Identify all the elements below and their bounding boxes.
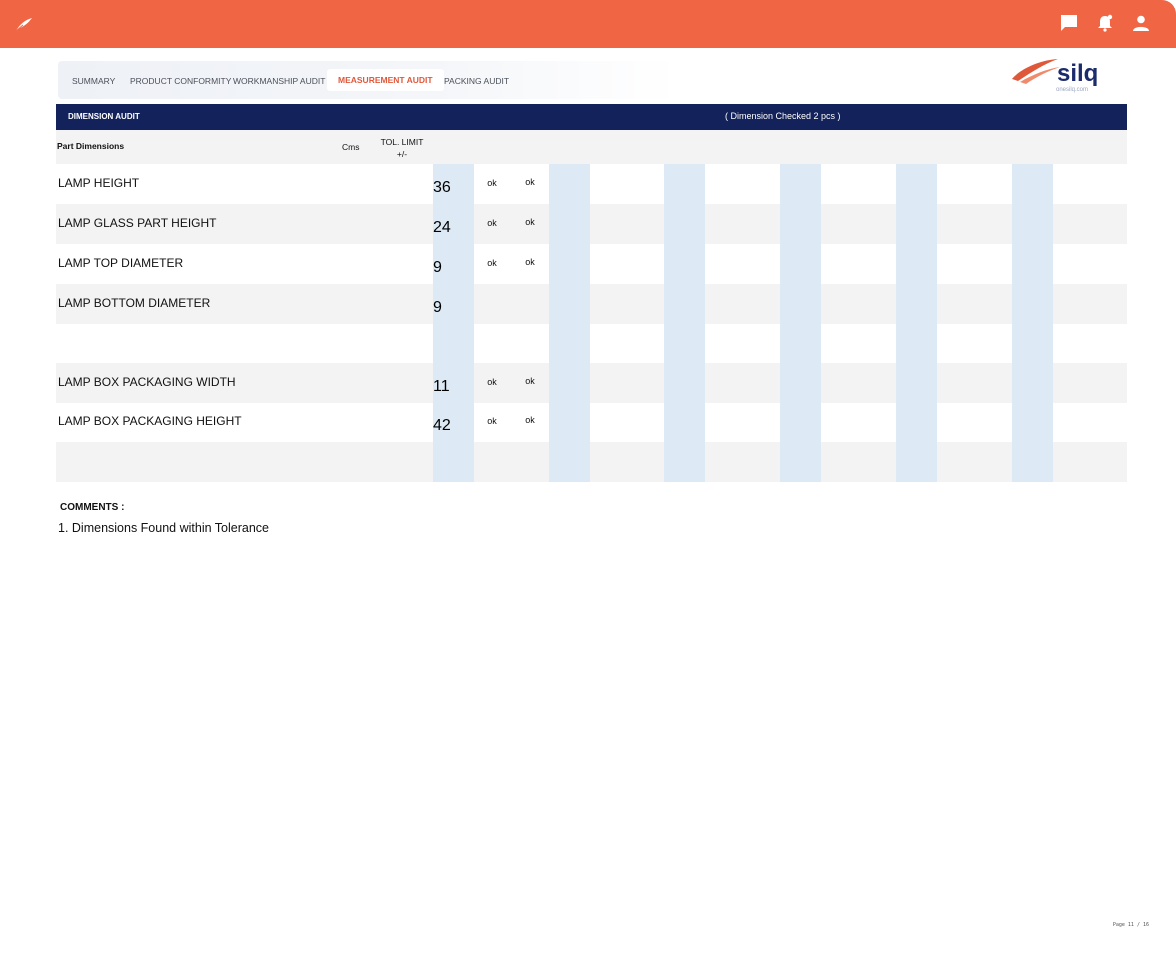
top-bar [0,0,1176,48]
table-row [56,324,1127,364]
row-tol: 9 [433,299,442,316]
row-pc1: ok [487,377,497,387]
brand-url: onesilq.com [1056,87,1088,93]
row-name: LAMP HEIGHT [58,176,140,190]
row-pc2: ok [525,376,535,386]
dimension-audit-header: DIMENSION AUDIT ( Dimension Checked 2 pc… [56,104,1127,130]
row-pc1: ok [487,258,497,268]
highlight-column [549,164,590,482]
page-number: Page 11 / 16 [1112,922,1149,928]
row-name: LAMP BOX PACKAGING HEIGHT [58,414,242,428]
highlight-column [896,164,937,482]
row-name: LAMP BOX PACKAGING WIDTH [58,375,236,389]
row-tol: 9 [433,259,442,276]
table-row: LAMP BOX PACKAGING HEIGHT 42 ok ok [56,402,1127,442]
column-header-row: Part Dimensions Cms TOL. LIMIT +/- [56,130,1127,164]
row-pc1: ok [487,178,497,188]
row-tol: 24 [433,219,451,236]
row-pc2: ok [525,415,535,425]
comments-title: COMMENTS : [60,502,125,513]
row-pc2: ok [525,257,535,267]
col-tol-line1: TOL. LIMIT [380,137,424,147]
highlight-column [780,164,821,482]
row-name: LAMP TOP DIAMETER [58,256,184,270]
table-row: LAMP GLASS PART HEIGHT 24 ok ok [56,204,1127,244]
tab-product-conformity[interactable]: PRODUCT CONFORMITY [130,71,231,91]
row-pc1: ok [487,218,497,228]
section-title: DIMENSION AUDIT [68,112,140,121]
row-tol: 42 [433,417,451,434]
row-pc1: ok [487,416,497,426]
tab-packing-audit[interactable]: PACKING AUDIT [444,71,509,91]
comment-line: 1. Dimensions Found within Tolerance [58,521,269,535]
tab-measurement-audit[interactable]: MEASUREMENT AUDIT [327,69,444,91]
col-unit: Cms [342,142,360,152]
col-tol-limit: TOL. LIMIT +/- [378,136,426,160]
silq-logo: silq onesilq.com [1010,55,1110,95]
row-name: LAMP BOTTOM DIAMETER [58,296,211,310]
row-tol: 36 [433,179,451,196]
feather-logo-icon[interactable] [14,14,34,34]
table-row [56,442,1127,482]
user-icon[interactable] [1132,14,1150,32]
row-name: LAMP GLASS PART HEIGHT [58,216,217,230]
chat-icon[interactable] [1060,14,1078,32]
section-subtitle: ( Dimension Checked 2 pcs ) [725,111,841,121]
audit-tabs: SUMMARY PRODUCT CONFORMITY WORKMANSHIP A… [58,61,678,99]
brand-name: silq [1057,60,1098,87]
table-row: LAMP BOX PACKAGING WIDTH 11 ok ok [56,363,1127,403]
row-tol: 11 [433,378,450,395]
table-row: LAMP HEIGHT 36 ok ok [56,164,1127,204]
tab-workmanship-audit[interactable]: WORKMANSHIP AUDIT [233,71,325,91]
highlight-column [664,164,705,482]
col-tol-line2: +/- [396,149,408,159]
table-row: LAMP BOTTOM DIAMETER 9 [56,284,1127,324]
notification-bell-icon[interactable] [1096,14,1114,32]
row-pc2: ok [525,217,535,227]
row-pc2: ok [525,177,535,187]
highlight-column [1012,164,1053,482]
table-row: LAMP TOP DIAMETER 9 ok ok [56,244,1127,284]
tab-summary[interactable]: SUMMARY [72,71,115,91]
col-part-dimensions: Part Dimensions [57,141,125,151]
